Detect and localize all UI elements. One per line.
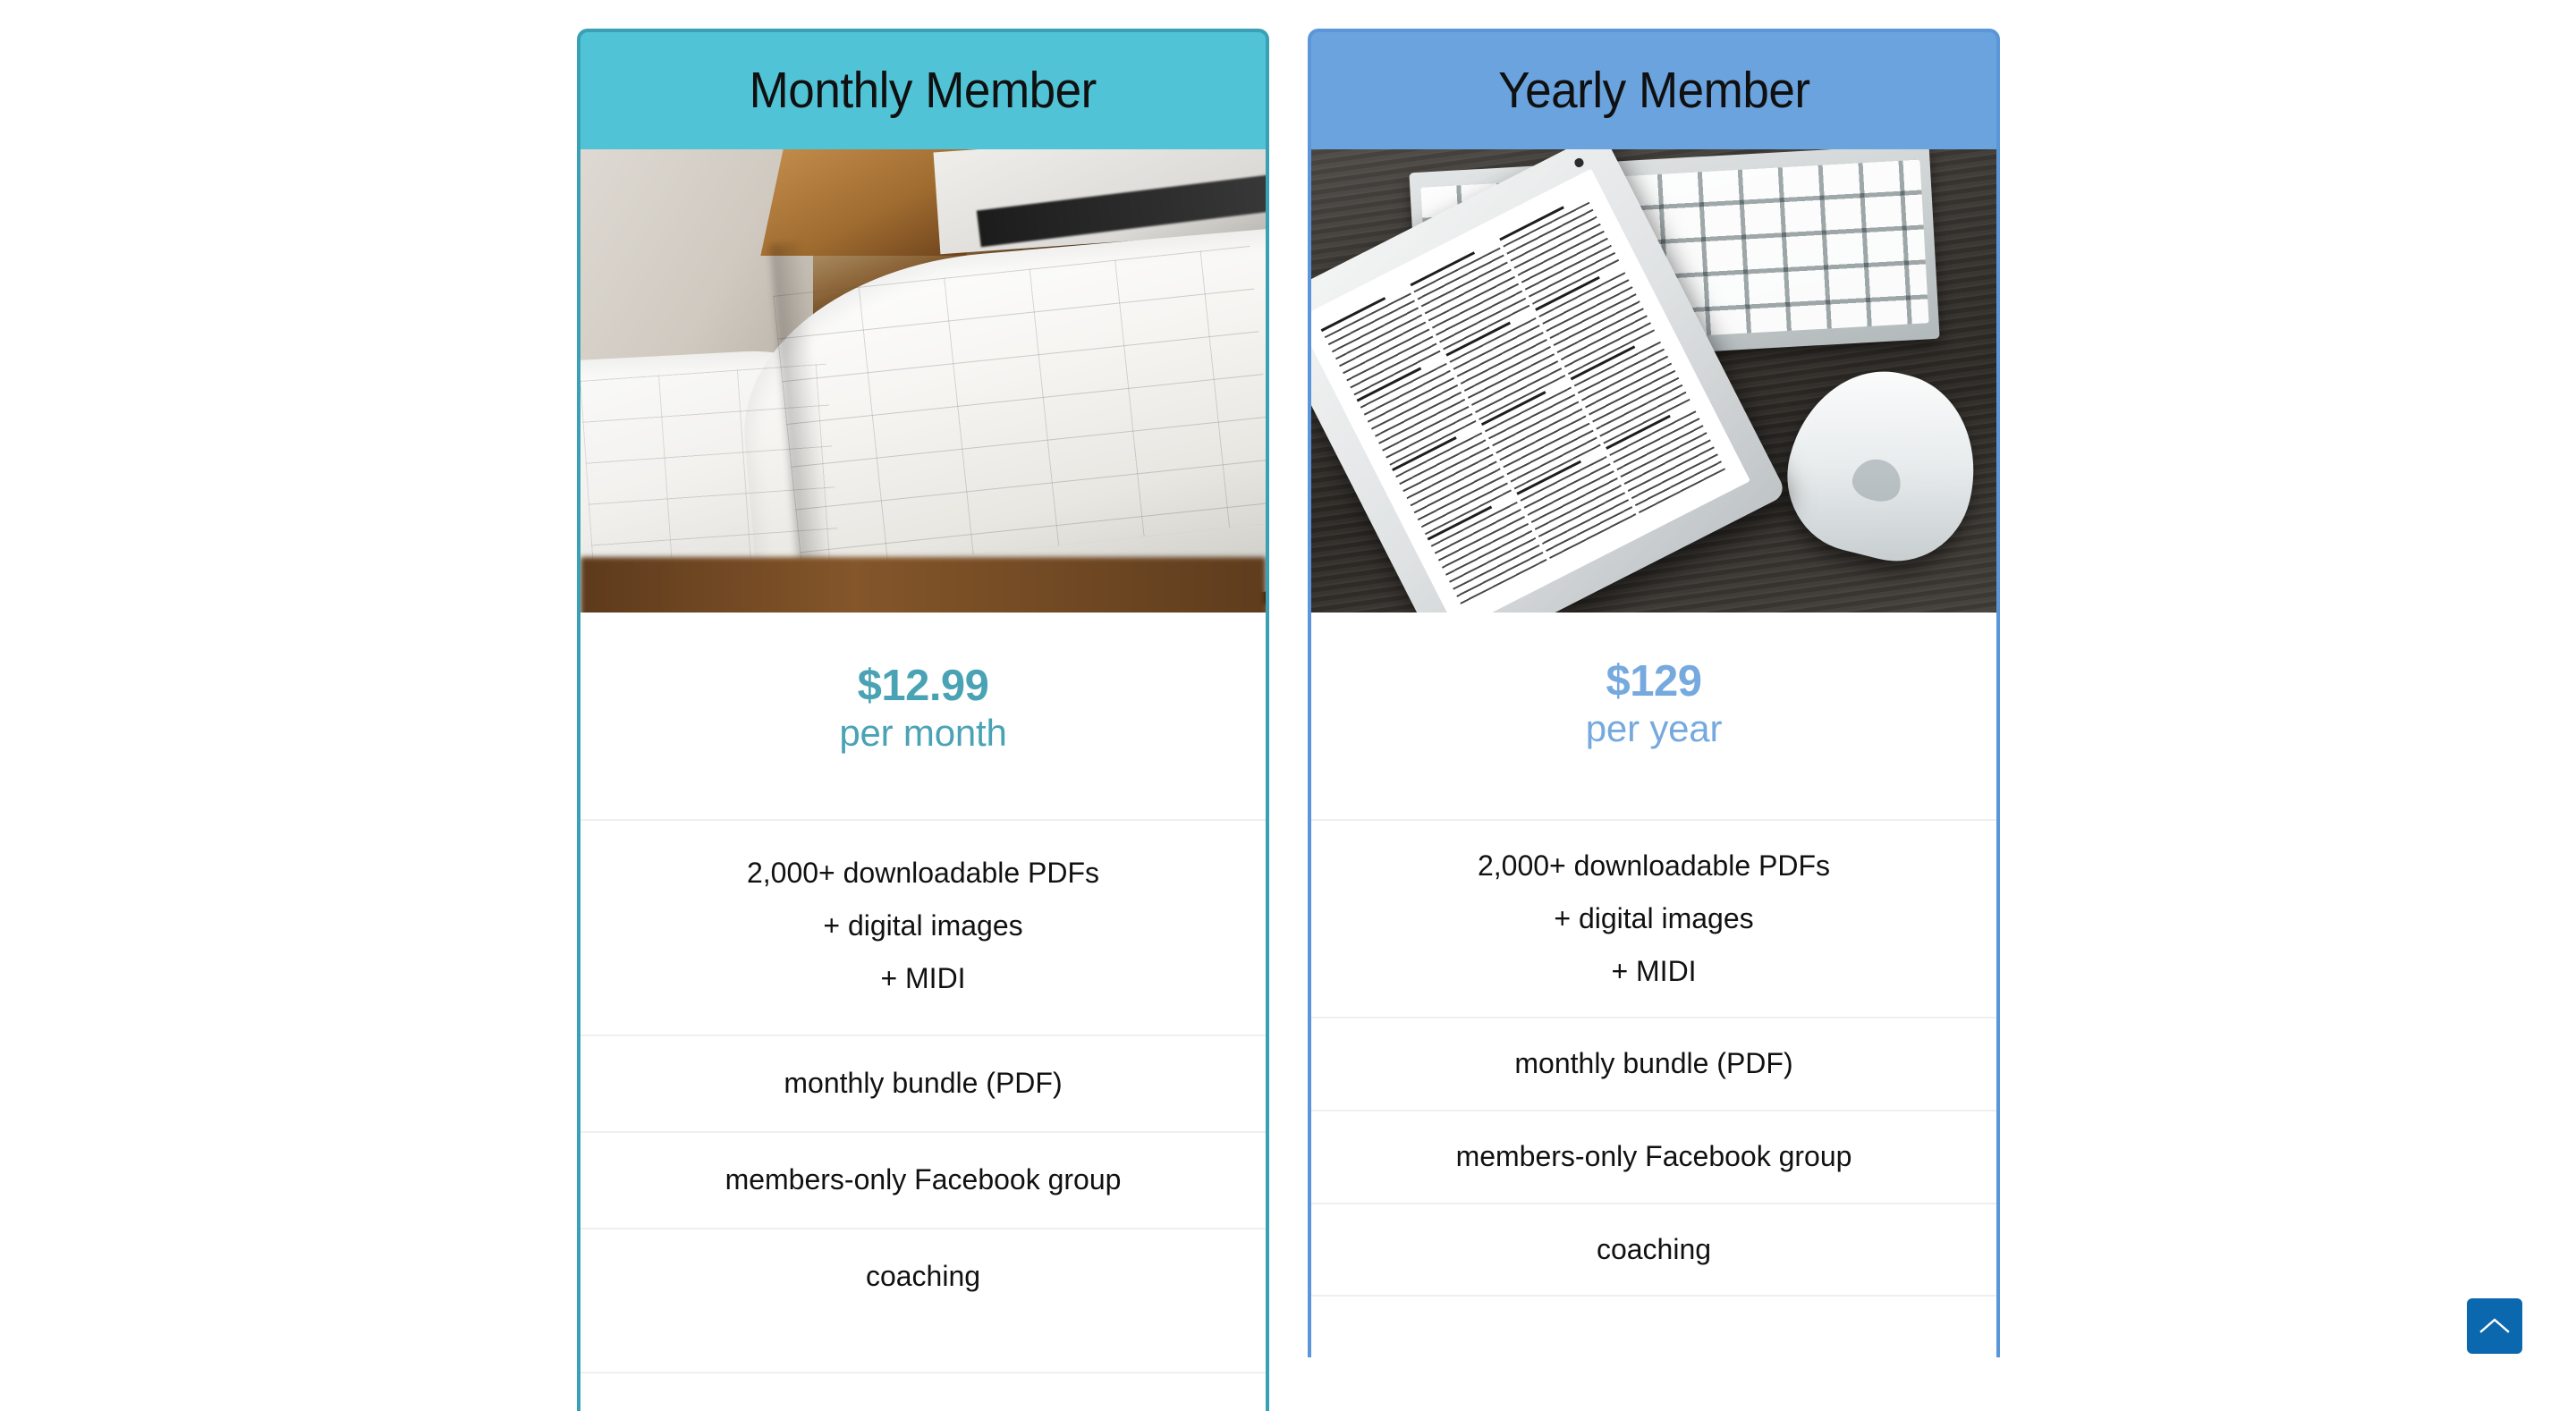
- feature-text: 2,000+ downloadable PDFs: [1477, 849, 1831, 883]
- card-header-monthly: Monthly Member: [577, 29, 1269, 149]
- price-amount-monthly: $12.99: [857, 662, 989, 710]
- card-body-yearly: $129 per year 2,000+ downloadable PDFs +…: [1308, 149, 2000, 1358]
- feature-text: monthly bundle (PDF): [1514, 1047, 1793, 1080]
- price-block-yearly: $129 per year: [1311, 613, 1996, 819]
- feature-row: monthly bundle (PDF): [580, 1035, 1266, 1131]
- feature-text: + digital images: [1554, 902, 1754, 935]
- feature-text: members-only Facebook group: [724, 1162, 1122, 1196]
- feature-row: monthly bundle (PDF): [1311, 1017, 1996, 1110]
- scroll-to-top-button[interactable]: [2467, 1298, 2522, 1354]
- plan-photo-yearly: [1311, 149, 1996, 613]
- chevron-up-icon: [2479, 1316, 2510, 1336]
- feature-text: monthly bundle (PDF): [784, 1067, 1063, 1100]
- feature-text: coaching: [1596, 1232, 1712, 1265]
- planner-right-grid: [773, 245, 1266, 572]
- feature-text: + digital images: [823, 909, 1023, 942]
- feature-row: 2,000+ downloadable PDFs + digital image…: [1311, 819, 1996, 1017]
- pricing-card-monthly[interactable]: Monthly Member $12.99 per month 2,000+ d…: [577, 29, 1269, 1411]
- feature-row-partial: [1311, 1295, 1996, 1357]
- planner-photo-illustration: [580, 149, 1266, 613]
- feature-row: coaching: [580, 1227, 1266, 1373]
- feature-text: members-only Facebook group: [1455, 1139, 1852, 1172]
- feature-row: members-only Facebook group: [1311, 1109, 1996, 1203]
- feature-row: members-only Facebook group: [580, 1130, 1266, 1228]
- price-period-yearly: per year: [1585, 706, 1723, 749]
- desk-photo-illustration: [1311, 149, 1996, 613]
- feature-text: + MIDI: [880, 961, 966, 994]
- pricing-card-yearly[interactable]: Yearly Member $129 per year 2,000+ downl…: [1308, 29, 2000, 1358]
- price-period-monthly: per month: [839, 711, 1007, 754]
- feature-text: 2,000+ downloadable PDFs: [746, 857, 1100, 890]
- price-amount-yearly: $129: [1606, 657, 1702, 706]
- card-body-monthly: $12.99 per month 2,000+ downloadable PDF…: [577, 149, 1269, 1411]
- feature-row: 2,000+ downloadable PDFs + digital image…: [580, 819, 1266, 1035]
- feature-text: + MIDI: [1611, 954, 1697, 987]
- feature-text: coaching: [865, 1259, 981, 1292]
- tablet-year-calendar: [1321, 194, 1726, 604]
- plan-title-yearly: Yearly Member: [1497, 62, 1810, 119]
- feature-row-partial: [580, 1372, 1266, 1411]
- plan-photo-monthly: [580, 149, 1266, 613]
- pricing-page: Monthly Member $12.99 per month 2,000+ d…: [0, 0, 2576, 1411]
- price-block-monthly: $12.99 per month: [580, 613, 1266, 819]
- planner-desk-foreground: [580, 556, 1266, 613]
- card-header-yearly: Yearly Member: [1308, 29, 2000, 149]
- tablet-camera: [1573, 156, 1585, 169]
- plan-title-monthly: Monthly Member: [749, 62, 1097, 119]
- feature-row: coaching: [1311, 1202, 1996, 1296]
